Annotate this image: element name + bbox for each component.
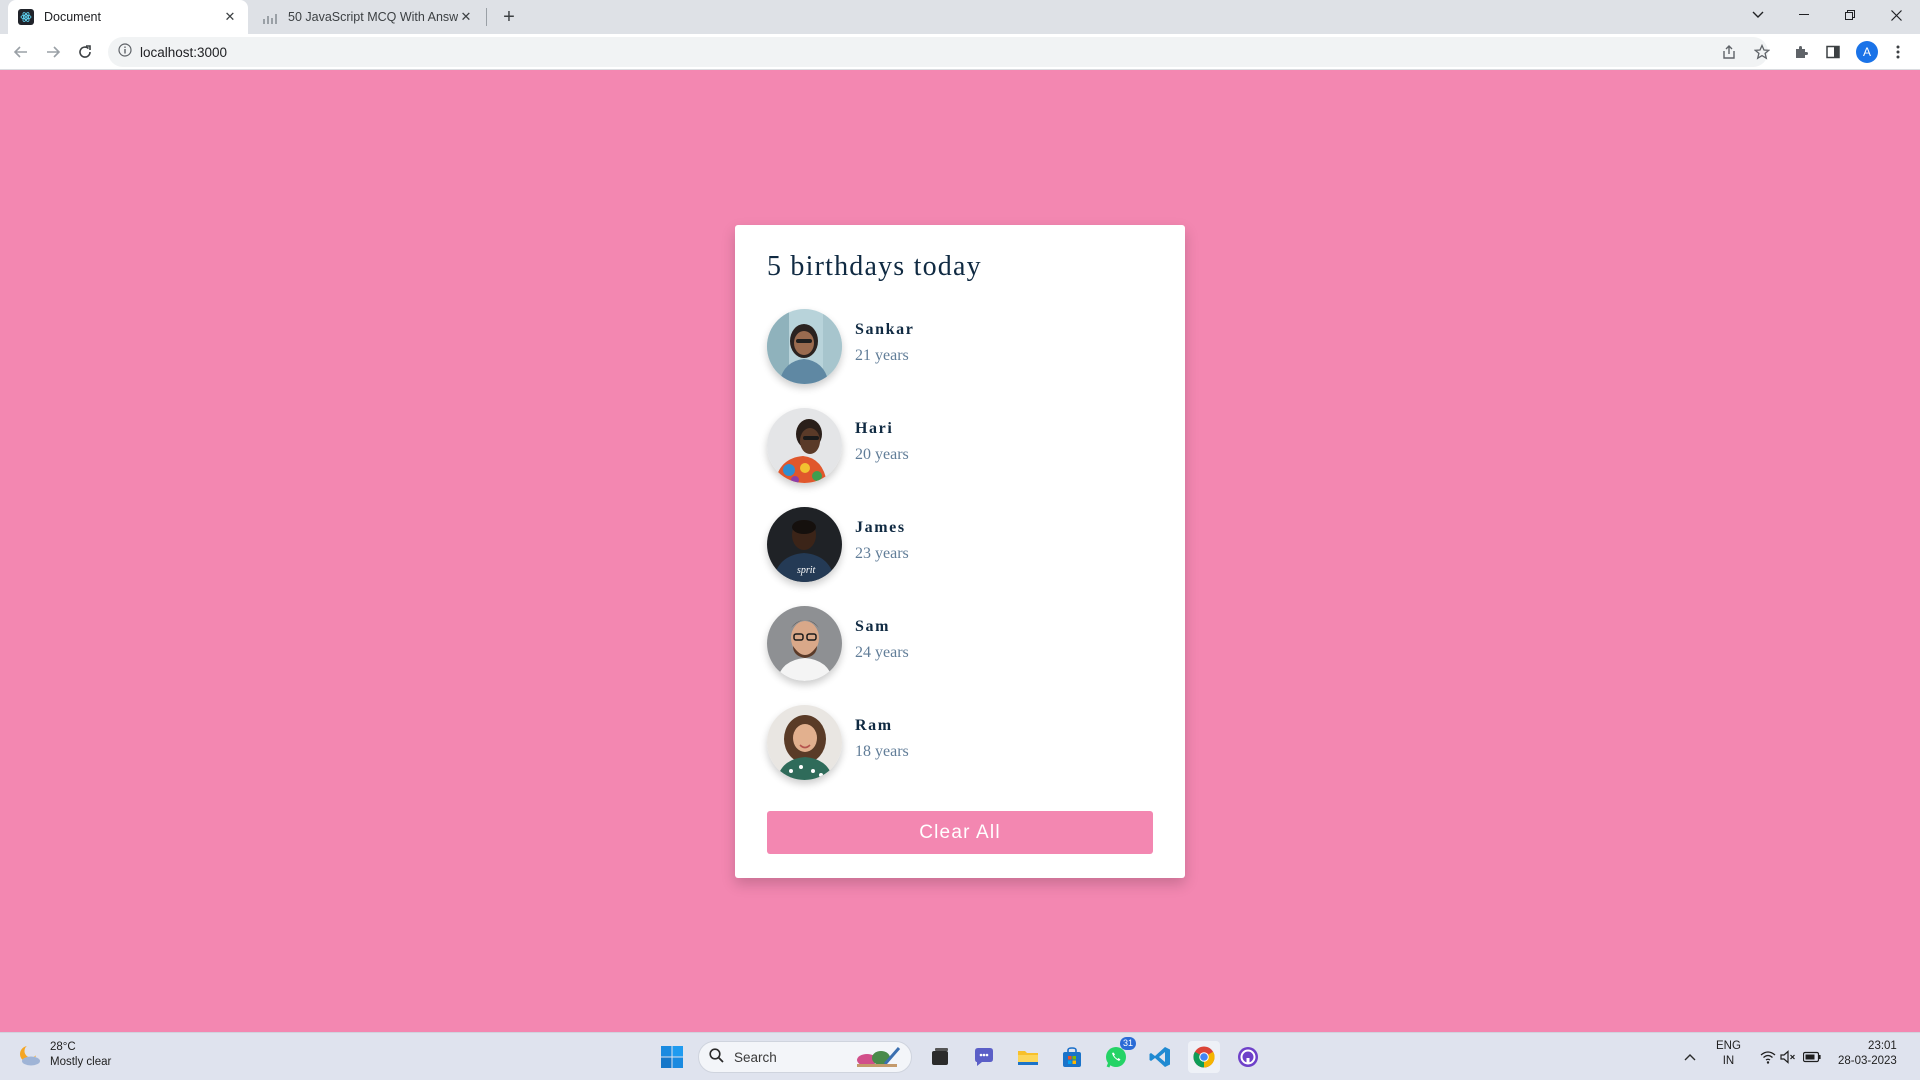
person-age: 23 years [855, 545, 909, 562]
person-name: Ram [855, 717, 893, 734]
person-age: 18 years [855, 743, 909, 760]
region-code: IN [1722, 1055, 1735, 1067]
tab-divider [486, 8, 487, 26]
chart-favicon-icon [262, 9, 278, 25]
person-avatar: sprit [767, 506, 842, 582]
extensions-puzzle-icon[interactable] [1789, 40, 1813, 64]
birthday-card: 5 birthdays today Sankar 21 years Hari 2… [735, 225, 1185, 878]
input-language-indicator[interactable]: ENG IN [1716, 1039, 1741, 1069]
vscode-icon[interactable] [1144, 1041, 1176, 1073]
chrome-icon[interactable] [1188, 1041, 1220, 1073]
file-explorer-icon[interactable] [1012, 1041, 1044, 1073]
browser-toolbar: localhost:3000 A [0, 34, 1920, 70]
weather-widget[interactable]: 28°C Mostly clear [16, 1040, 111, 1070]
tab-title: 50 JavaScript MCQ With Answers [288, 10, 458, 24]
tab-javascript-mcq[interactable]: 50 JavaScript MCQ With Answers ✕ [252, 0, 484, 34]
taskbar-search-box[interactable]: Search [698, 1041, 912, 1073]
microsoft-store-icon[interactable] [1056, 1041, 1088, 1073]
clear-all-button[interactable]: Clear All [767, 811, 1153, 854]
site-info-icon[interactable] [118, 42, 132, 62]
task-view-icon[interactable] [924, 1041, 956, 1073]
moon-cloud-icon [16, 1042, 42, 1068]
close-window-button[interactable] [1876, 0, 1916, 30]
windows-taskbar: 28°C Mostly clear Search 31 ENG IN 23:01… [0, 1032, 1920, 1080]
clock[interactable]: 23:01 28-03-2023 [1838, 1039, 1897, 1069]
person-name: Sankar [855, 321, 915, 338]
person-age: 21 years [855, 347, 909, 364]
person-avatar [767, 308, 842, 384]
show-hidden-icons-chevron-icon[interactable] [1674, 1041, 1706, 1073]
clock-time: 23:01 [1868, 1040, 1897, 1052]
person-age: 20 years [855, 446, 909, 463]
person-avatar [767, 605, 842, 681]
close-tab-icon[interactable]: ✕ [458, 9, 474, 25]
page-title: 5 birthdays today [767, 251, 982, 282]
react-favicon-icon [18, 9, 34, 25]
weather-description: Mostly clear [50, 1056, 112, 1068]
person-name: James [855, 519, 906, 536]
back-arrow-icon[interactable] [9, 40, 33, 64]
address-bar[interactable]: localhost:3000 [108, 37, 1768, 67]
side-panel-icon[interactable] [1821, 40, 1845, 64]
new-tab-button[interactable]: + [498, 6, 520, 28]
person-item: Ram 18 years [767, 704, 1157, 780]
browser-menu-icon[interactable] [1886, 40, 1910, 64]
url-text: localhost:3000 [140, 44, 228, 60]
person-item: sprit James 23 years [767, 506, 1157, 582]
browser-tab-strip: Document ✕ 50 JavaScript MCQ With Answer… [0, 0, 1920, 34]
person-age: 24 years [855, 644, 909, 661]
minimize-button[interactable] [1784, 0, 1824, 30]
tab-title: Document [44, 10, 101, 24]
clock-date: 28-03-2023 [1838, 1055, 1897, 1067]
profile-avatar-button[interactable]: A [1856, 41, 1878, 63]
person-item: Sam 24 years [767, 605, 1157, 681]
search-icon [709, 1048, 724, 1066]
reload-icon[interactable] [73, 40, 97, 64]
close-tab-icon[interactable]: ✕ [222, 9, 238, 25]
tab-search-chevron-icon[interactable] [1738, 0, 1778, 30]
person-item: Sankar 21 years [767, 308, 1157, 384]
restore-button[interactable] [1830, 0, 1870, 30]
person-avatar [767, 407, 842, 483]
teams-chat-icon[interactable] [968, 1041, 1000, 1073]
github-desktop-icon[interactable] [1232, 1041, 1264, 1073]
battery-icon[interactable] [1796, 1041, 1828, 1073]
whatsapp-icon[interactable]: 31 [1100, 1037, 1136, 1073]
search-label: Search [734, 1049, 777, 1065]
share-icon[interactable] [1717, 40, 1741, 64]
weather-temperature: 28°C [50, 1041, 76, 1053]
person-name: Hari [855, 420, 894, 437]
person-avatar [767, 704, 842, 780]
forward-arrow-icon[interactable] [41, 40, 65, 64]
search-highlight-art-icon [855, 1044, 901, 1071]
language-code: ENG [1716, 1040, 1741, 1052]
windows-start-icon[interactable] [656, 1041, 688, 1073]
bookmark-star-icon[interactable] [1750, 40, 1774, 64]
notification-badge: 31 [1119, 1037, 1136, 1050]
person-item: Hari 20 years [767, 407, 1157, 483]
person-name: Sam [855, 618, 891, 635]
svg-text:sprit: sprit [797, 565, 816, 576]
tab-document[interactable]: Document ✕ [8, 0, 248, 34]
